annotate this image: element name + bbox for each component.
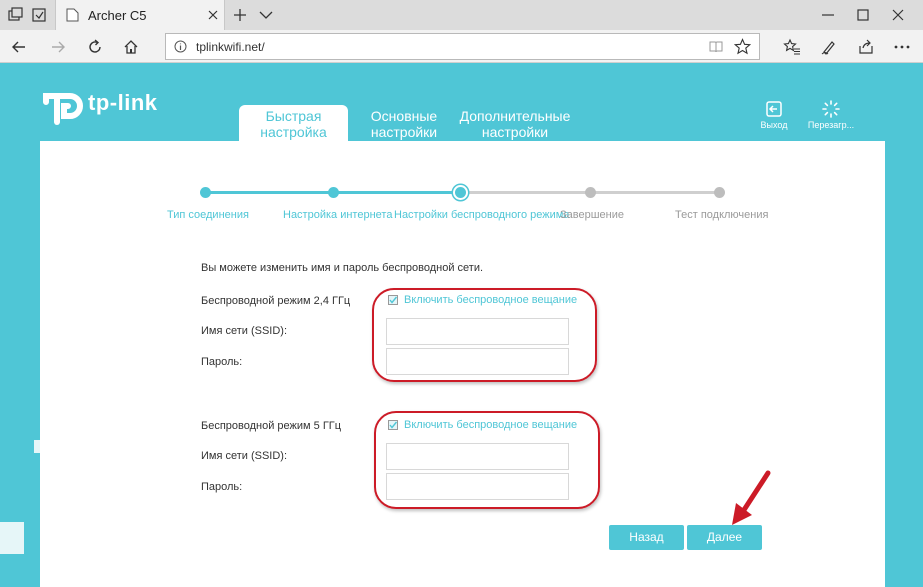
tab-label-line2: настройки [481,124,549,140]
tab-quick-setup[interactable]: Быстрая настройка [239,105,348,141]
share-icon[interactable] [857,38,875,56]
close-icon[interactable] [206,8,220,22]
tabs-aside-icon[interactable] [30,6,48,24]
tab-basic[interactable]: Основные настройки [360,105,448,141]
step-dot-done [200,187,211,198]
step-connector [590,191,719,194]
reading-view-icon[interactable] [708,39,724,55]
page-icon [66,8,79,22]
step-label: Тест подключения [675,209,769,221]
url-text[interactable]: tplinkwifi.net/ [196,40,265,54]
logout-button[interactable]: Выход [755,100,793,130]
ssid-24-label: Имя сети (SSID): [201,325,288,337]
star-icon[interactable] [733,38,752,55]
tab-label-line1: Быстрая [265,108,322,124]
band-24-label: Беспроводной режим 2,4 ГГц [201,295,351,307]
step-connector [461,191,590,194]
forward-arrow-icon[interactable] [49,38,67,56]
highlight-ellipse [374,411,600,509]
back-button[interactable]: Назад [609,525,684,550]
tab-label-line1: Основные [370,108,438,124]
plus-icon[interactable] [232,7,248,23]
step-dot-current [455,187,466,198]
pen-icon[interactable] [820,38,838,56]
minimize-icon[interactable] [820,7,836,23]
address-bar[interactable]: tplinkwifi.net/ [165,33,760,60]
side-handle [0,522,24,554]
band-5-label: Беспроводной режим 5 ГГц [201,420,342,432]
tab-title: Archer C5 [88,8,147,23]
tab-label-line2: настройка [260,124,327,140]
maximize-icon[interactable] [855,7,871,23]
more-icon[interactable] [893,38,911,56]
step-connector [205,191,333,194]
password-24-label: Пароль: [201,356,243,368]
tab-label-line2: настройки [370,124,438,140]
ssid-5-label: Имя сети (SSID): [201,450,288,462]
step-label: Завершение [560,209,624,221]
step-dot-pending [585,187,596,198]
step-dot-pending [714,187,725,198]
step-connector [334,191,461,194]
browser-navbar: tplinkwifi.net/ [0,30,923,63]
reboot-icon [822,100,840,118]
reboot-button[interactable]: Перезагр... [802,100,860,130]
close-icon[interactable] [890,7,906,23]
step-dot-done [328,187,339,198]
tp-link-logo: tp-link [40,84,160,128]
browser-titlebar: Archer C5 [0,0,923,30]
logout-label: Выход [760,120,788,130]
browser-tab[interactable]: Archer C5 [55,0,225,30]
tab-actions-icon[interactable] [6,6,24,24]
step-label: Настройки беспроводного режима [394,209,570,221]
home-icon[interactable] [122,38,140,56]
step-label: Настройка интернета [283,209,393,221]
refresh-icon[interactable] [86,38,104,56]
logout-icon [766,101,782,117]
password-5-label: Пароль: [201,481,243,493]
annotation-arrow [732,470,771,525]
info-icon[interactable] [174,40,187,53]
logo-text: tp-link [88,90,158,115]
reboot-label: Перезагр... [807,120,855,130]
step-label: Тип соединения [167,209,249,221]
tab-advanced[interactable]: Дополнительные настройки [455,105,575,141]
intro-text: Вы можете изменить имя и пароль беспрово… [201,262,484,274]
favorites-hub-icon[interactable] [783,38,801,56]
quick-setup-panel: Тип соединения Настройка интернета Настр… [40,141,885,587]
back-arrow-icon[interactable] [10,38,28,56]
highlight-ellipse [372,288,597,382]
chevron-down-icon[interactable] [258,8,274,22]
tab-label-line1: Дополнительные [459,108,571,124]
